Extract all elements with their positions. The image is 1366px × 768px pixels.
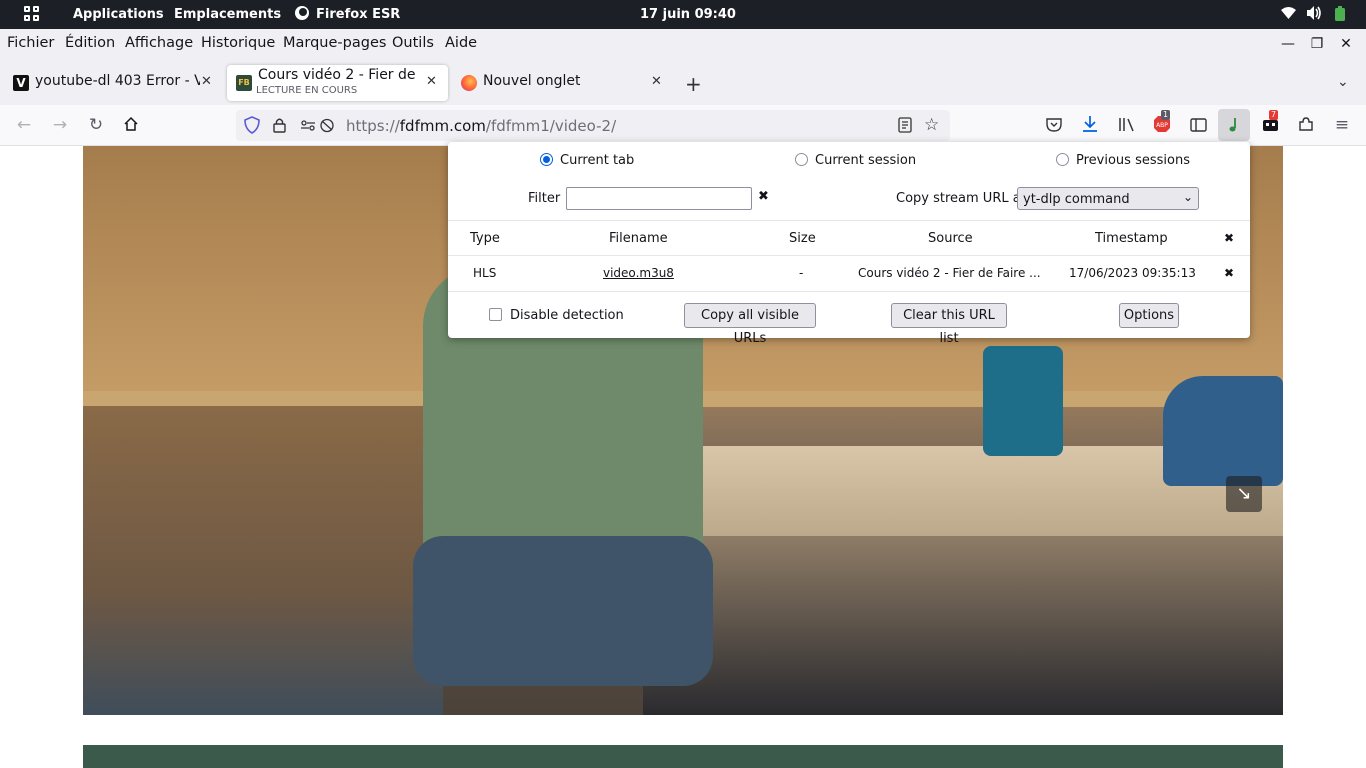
copy-format-value: yt-dlp command	[1023, 192, 1130, 207]
applications-menu[interactable]: Applications	[73, 0, 164, 29]
video-saw-tool	[1163, 376, 1283, 486]
row-filename-link[interactable]: video.m3u8	[603, 266, 674, 280]
close-tab-icon[interactable]: ✕	[201, 74, 212, 89]
tab-title: Cours vidéo 2 - Fier de Fa	[258, 67, 421, 83]
home-icon[interactable]	[119, 113, 143, 137]
tab-playing-label: LECTURE EN COURS	[256, 85, 358, 96]
desktop-top-bar: Applications Emplacements Firefox ESR 17…	[0, 0, 1366, 29]
video-cabinet-left	[83, 406, 443, 715]
copy-format-select[interactable]: yt-dlp command ⌄	[1017, 187, 1199, 210]
chevron-down-icon[interactable]: ⌄	[1337, 74, 1349, 90]
col-source[interactable]: Source	[928, 231, 973, 246]
battery-icon[interactable]	[1335, 0, 1345, 29]
video-workbench-base	[643, 536, 1283, 715]
reader-view-icon[interactable]	[898, 117, 912, 137]
filter-label: Filter	[528, 191, 561, 206]
row-source: Cours vidéo 2 - Fier de Faire ...	[858, 266, 1041, 280]
menu-marque-pages[interactable]: Marque-pages	[283, 35, 386, 51]
menu-historique[interactable]: Historique	[201, 35, 275, 51]
menu-fichier[interactable]: Fichier	[7, 35, 54, 51]
adblock-badge: 1	[1161, 110, 1171, 120]
disable-detection-checkbox[interactable]	[489, 308, 502, 321]
maximize-icon[interactable]: ❐	[1306, 33, 1328, 55]
library-icon[interactable]	[1114, 113, 1138, 137]
active-app-name[interactable]: Firefox ESR	[316, 0, 400, 29]
col-timestamp[interactable]: Timestamp	[1095, 231, 1168, 246]
radio-current-session[interactable]: Current session	[795, 153, 916, 168]
clear-all-icon[interactable]: ✖	[1224, 231, 1234, 245]
adblock-icon[interactable]: ABP 1	[1150, 110, 1174, 137]
tab-youtube-dl[interactable]: V youtube-dl 403 Error - Vi ✕	[4, 65, 222, 101]
tab-new-tab[interactable]: Nouvel onglet ✕	[452, 65, 670, 101]
stream-detector-button[interactable]	[1218, 109, 1250, 141]
menu-bar: Fichier Édition Affichage Historique Mar…	[0, 29, 1366, 59]
sidebar-icon[interactable]	[1186, 113, 1210, 137]
video-router-tool	[983, 346, 1063, 456]
row-size: -	[799, 266, 804, 280]
menu-aide[interactable]: Aide	[445, 35, 477, 51]
close-tab-icon[interactable]: ✕	[651, 74, 662, 89]
clear-url-list-button[interactable]: Clear this URL list	[891, 303, 1007, 346]
radio-current-tab[interactable]: Current tab	[540, 153, 634, 168]
url-text[interactable]: https://fdfmm.com/fdfmm1/video-2/	[346, 117, 616, 135]
menu-affichage[interactable]: Affichage	[125, 35, 193, 51]
options-button[interactable]: Options	[1119, 303, 1179, 328]
col-size[interactable]: Size	[789, 231, 816, 246]
row-timestamp: 17/06/2023 09:35:13	[1069, 266, 1196, 280]
places-menu[interactable]: Emplacements	[174, 0, 281, 29]
pocket-icon[interactable]	[1042, 113, 1066, 137]
lock-icon[interactable]	[273, 117, 286, 137]
copy-as-label: Copy stream URL as	[896, 191, 1028, 206]
picture-in-picture-icon[interactable]: ↘	[1226, 476, 1262, 512]
stream-detector-popup: Current tab Current session Previous ses…	[448, 142, 1250, 346]
close-window-icon[interactable]: ✕	[1335, 33, 1357, 55]
tab-title: youtube-dl 403 Error - Vi	[35, 73, 200, 89]
navigation-bar: ← → ↻ https://fdfmm.com/fdfmm1/video-2/ …	[0, 105, 1366, 146]
back-icon[interactable]: ←	[12, 113, 36, 137]
clear-filter-icon[interactable]: ✖	[758, 189, 769, 204]
firefox-app-icon	[294, 0, 310, 29]
col-filename[interactable]: Filename	[609, 231, 668, 246]
reload-icon[interactable]: ↻	[84, 113, 108, 137]
tab-cours-video[interactable]: FB Cours vidéo 2 - Fier de Fa LECTURE EN…	[227, 65, 448, 101]
forward-icon[interactable]: →	[48, 113, 72, 137]
radio-previous-sessions[interactable]: Previous sessions	[1056, 153, 1190, 168]
menu-outils[interactable]: Outils	[392, 35, 434, 51]
col-type[interactable]: Type	[470, 231, 500, 246]
delete-row-icon[interactable]: ✖	[1224, 266, 1234, 280]
copy-all-urls-button[interactable]: Copy all visible URLs	[684, 303, 816, 346]
bookmark-star-icon[interactable]: ☆	[924, 115, 939, 135]
downloads-icon[interactable]	[1078, 113, 1102, 137]
close-tab-icon[interactable]: ✕	[426, 74, 437, 89]
new-tab-plus-icon[interactable]: +	[685, 72, 702, 96]
extension-badge: 7	[1269, 110, 1279, 120]
apps-grid-icon[interactable]	[24, 6, 41, 23]
minimize-icon[interactable]: —	[1277, 33, 1299, 55]
svg-text:ABP: ABP	[1156, 122, 1168, 129]
divider	[448, 220, 1250, 221]
menu-edition[interactable]: Édition	[65, 35, 115, 51]
divider	[448, 291, 1250, 292]
row-type: HLS	[473, 266, 497, 280]
permissions-icon[interactable]	[300, 118, 336, 137]
chevron-down-icon: ⌄	[1182, 190, 1193, 204]
extensions-puzzle-icon[interactable]	[1294, 113, 1318, 137]
url-bar[interactable]: https://fdfmm.com/fdfmm1/video-2/ ☆	[236, 110, 950, 141]
disable-detection-label[interactable]: Disable detection	[510, 308, 624, 323]
hamburger-menu-icon[interactable]: ≡	[1330, 113, 1354, 137]
shield-icon[interactable]	[244, 116, 260, 138]
filter-input[interactable]	[566, 187, 752, 210]
site-logo-icon: FB	[236, 75, 252, 91]
firefox-icon	[461, 75, 477, 91]
clock[interactable]: 17 juin 09:40	[640, 0, 736, 29]
extension-icon[interactable]: 7	[1258, 110, 1282, 137]
page-footer-band	[83, 745, 1283, 768]
wifi-icon[interactable]	[1281, 0, 1296, 29]
divider	[448, 255, 1250, 256]
v-site-icon: V	[13, 75, 29, 91]
tab-bar: V youtube-dl 403 Error - Vi ✕ FB Cours v…	[0, 59, 1366, 105]
volume-icon[interactable]	[1307, 0, 1322, 29]
tab-title: Nouvel onglet	[483, 73, 581, 89]
